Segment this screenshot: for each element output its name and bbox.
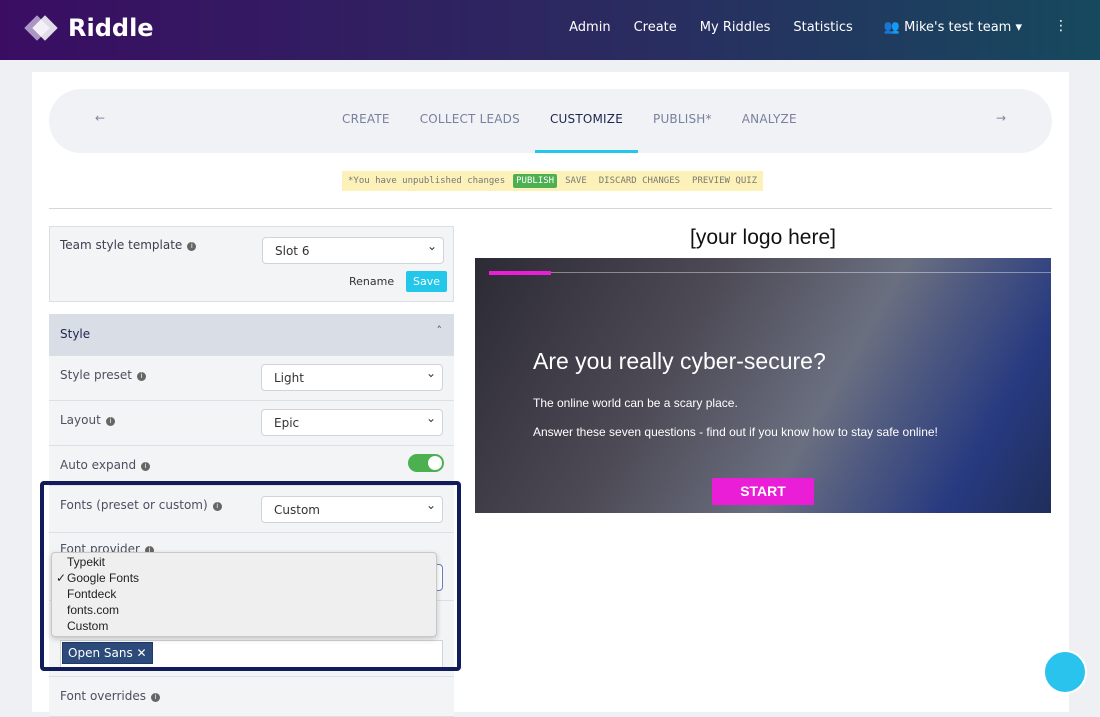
info-icon[interactable]: i bbox=[151, 693, 161, 702]
layout-select[interactable]: Epic bbox=[261, 409, 443, 436]
kebab-icon[interactable]: ⋮ bbox=[1054, 18, 1068, 34]
style-section-header[interactable]: Style ˄ bbox=[49, 314, 454, 356]
team-dropdown[interactable]: 👥 Mike's test team ▾ bbox=[884, 20, 1022, 35]
quiz-intro-2: Answer these seven questions - find out … bbox=[533, 425, 938, 439]
prev-arrow-icon[interactable]: ← bbox=[95, 111, 105, 125]
option-fontdeck[interactable]: Fontdeck bbox=[52, 587, 436, 603]
tab-create[interactable]: CREATE bbox=[327, 89, 405, 153]
tab-analyze[interactable]: ANALYZE bbox=[727, 89, 812, 153]
option-custom[interactable]: Custom bbox=[52, 619, 436, 635]
quiz-intro-1: The online world can be a scary place. bbox=[533, 396, 738, 410]
template-select[interactable]: Slot 6 bbox=[262, 237, 444, 264]
option-typekit[interactable]: Typekit bbox=[52, 555, 436, 571]
preview-quiz-link[interactable]: PREVIEW QUIZ bbox=[692, 176, 757, 186]
nav-admin[interactable]: Admin bbox=[569, 20, 610, 35]
quiz-title: Are you really cyber-secure? bbox=[533, 348, 826, 374]
discard-changes-link[interactable]: DISCARD CHANGES bbox=[599, 176, 680, 186]
riddle-logo[interactable]: Riddle bbox=[24, 14, 154, 42]
top-navbar: Riddle Admin Create My Riddles Statistic… bbox=[0, 0, 1100, 60]
chat-widget-icon[interactable] bbox=[1043, 650, 1087, 694]
auto-expand-toggle[interactable] bbox=[408, 454, 444, 472]
start-button[interactable]: START bbox=[712, 478, 814, 505]
publish-button[interactable]: PUBLISH bbox=[513, 174, 558, 188]
layout-row: Layout i Epic bbox=[49, 401, 454, 446]
nav-statistics[interactable]: Statistics bbox=[793, 20, 852, 35]
style-preset-row: Style preset i Light bbox=[49, 356, 454, 401]
tab-collect-leads[interactable]: COLLECT LEADS bbox=[405, 89, 535, 153]
info-icon[interactable]: i bbox=[136, 372, 146, 381]
font-overrides-row: Font overrides i bbox=[49, 677, 454, 717]
option-fonts-com[interactable]: fonts.com bbox=[52, 603, 436, 619]
info-icon[interactable]: i bbox=[105, 417, 115, 426]
font-provider-dropdown: Typekit ✓ Google Fonts Fontdeck fonts.com… bbox=[51, 552, 437, 637]
info-icon[interactable]: i bbox=[141, 462, 151, 471]
logo-placeholder: [your logo here] bbox=[690, 226, 836, 249]
tab-publish[interactable]: PUBLISH* bbox=[638, 89, 727, 153]
info-icon[interactable]: i bbox=[187, 242, 197, 251]
chevron-up-icon: ˄ bbox=[436, 324, 443, 337]
logo-mark-icon bbox=[24, 15, 60, 41]
checkmark-icon: ✓ bbox=[56, 571, 67, 585]
team-template-panel: Team style templatei Slot 6 Rename Save bbox=[49, 226, 454, 302]
divider bbox=[49, 208, 1052, 209]
nav-create[interactable]: Create bbox=[634, 20, 677, 35]
team-icon: 👥 bbox=[883, 20, 900, 35]
tab-customize[interactable]: CUSTOMIZE bbox=[534, 89, 639, 153]
option-google-fonts[interactable]: ✓ Google Fonts bbox=[52, 571, 436, 587]
rename-button[interactable]: Rename bbox=[349, 275, 394, 288]
nav-my-riddles[interactable]: My Riddles bbox=[700, 20, 771, 35]
step-nav: ← CREATE COLLECT LEADS CUSTOMIZE PUBLISH… bbox=[49, 89, 1052, 153]
quiz-preview: Are you really cyber-secure? The online … bbox=[475, 258, 1051, 513]
next-arrow-icon[interactable]: → bbox=[996, 111, 1006, 125]
progress-fill bbox=[489, 271, 551, 275]
progress-track bbox=[489, 272, 1051, 273]
unpublished-notice: *You have unpublished changes PUBLISH SA… bbox=[342, 171, 764, 191]
template-save-button[interactable]: Save bbox=[406, 271, 448, 292]
style-preset-select[interactable]: Light bbox=[261, 364, 443, 391]
save-link[interactable]: SAVE bbox=[565, 176, 587, 186]
auto-expand-row: Auto expand i bbox=[49, 446, 454, 486]
